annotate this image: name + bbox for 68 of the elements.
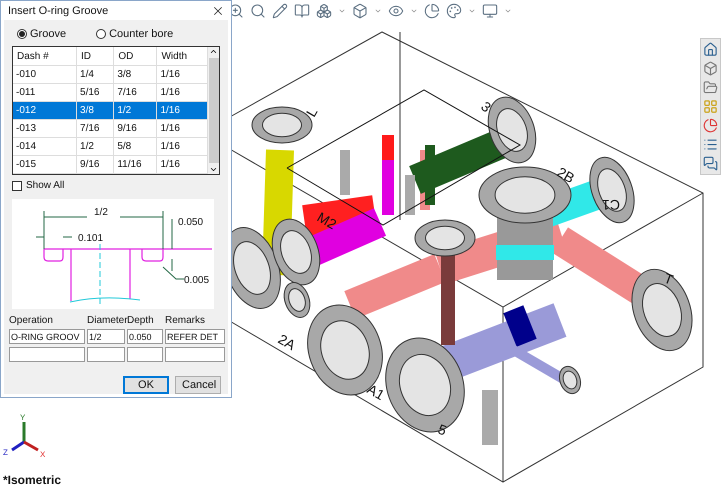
input-field[interactable] (165, 347, 225, 362)
input-field[interactable] (127, 347, 163, 362)
radio-button[interactable] (17, 29, 27, 39)
ok-button[interactable]: OK (123, 376, 169, 394)
axis-label: X (40, 450, 46, 459)
port-label: C1 (602, 197, 620, 213)
view-name: *Isometric (3, 473, 62, 487)
port-label: T (662, 270, 676, 288)
input-field[interactable] (9, 347, 85, 362)
cube-icon[interactable] (352, 3, 368, 19)
dimension-label: 0.050 (178, 217, 204, 228)
radio-button[interactable] (96, 29, 106, 39)
port-label: 2A (276, 330, 298, 354)
caret-icon[interactable] (468, 7, 476, 15)
table-cell: 9/16 (76, 156, 114, 174)
scrollbar[interactable] (208, 47, 219, 174)
field-label: Remarks (165, 315, 206, 326)
port-label: 5 (436, 420, 449, 438)
port-label: 2B (554, 164, 578, 186)
cubes-icon[interactable] (316, 3, 332, 19)
input-field[interactable]: 1/2 (87, 329, 125, 344)
cancel-button[interactable]: Cancel (175, 376, 221, 394)
caret-icon[interactable] (504, 7, 512, 15)
table-cell: 11/16 (114, 156, 157, 174)
input-field[interactable] (87, 347, 125, 362)
palette-icon[interactable] (446, 3, 462, 19)
radio-option[interactable]: Groove (17, 28, 66, 40)
monitor-icon[interactable] (482, 3, 498, 19)
port-label: L (302, 104, 320, 120)
cube-icon[interactable] (702, 60, 719, 77)
table-cell: -015 (13, 156, 77, 174)
port-label: M2 (314, 208, 340, 232)
axis-label: Y (20, 413, 26, 422)
port-label: A1 (364, 380, 388, 404)
show-all-checkbox[interactable]: Show All (9, 175, 223, 199)
chat-icon[interactable] (702, 155, 719, 172)
dialog-title: Insert O-ring Groove (8, 4, 108, 16)
book-icon[interactable] (294, 3, 310, 19)
table-row[interactable]: -014 1/2 5/8 1/16 (13, 138, 208, 156)
input-field[interactable]: O-RING GROOV (9, 329, 85, 344)
input-field[interactable]: REFER DET (165, 329, 225, 344)
dimension-label: 0.101 (78, 233, 104, 244)
table-row[interactable]: -010 1/4 3/8 1/16 (13, 66, 208, 84)
port-label: 3 (478, 98, 494, 116)
field-label: Operation (9, 315, 54, 326)
scroll-down-icon[interactable] (209, 165, 218, 174)
input-field[interactable]: 0.050 (127, 329, 163, 344)
axis-label: Z (3, 448, 8, 457)
table-row[interactable]: -013 7/16 9/16 1/16 (13, 120, 208, 138)
pencil-icon[interactable] (272, 3, 288, 19)
field-label: Diameter (87, 315, 125, 326)
dimension-label: 1/2 (94, 207, 108, 218)
scroll-up-icon[interactable] (209, 47, 218, 56)
zoom-area-icon[interactable] (250, 3, 266, 19)
field-label: Depth (127, 315, 155, 326)
folder-icon[interactable] (702, 79, 719, 96)
caret-icon[interactable] (338, 7, 346, 15)
table-row[interactable]: -011 5/16 7/16 1/16 (13, 84, 208, 102)
table-row[interactable]: -015 9/16 11/16 1/16 (13, 156, 208, 174)
table-row[interactable]: -012 3/8 1/2 1/16 (13, 102, 208, 120)
checkbox[interactable] (12, 180, 22, 190)
axis-triad-drawing (11, 422, 39, 452)
radio-option[interactable]: Counter bore (96, 28, 174, 40)
caret-icon[interactable] (410, 7, 418, 15)
home-icon[interactable] (702, 41, 719, 58)
dimension-label: 0.005 (184, 275, 210, 286)
caret-icon[interactable] (374, 7, 382, 15)
eye-icon[interactable] (388, 3, 404, 19)
